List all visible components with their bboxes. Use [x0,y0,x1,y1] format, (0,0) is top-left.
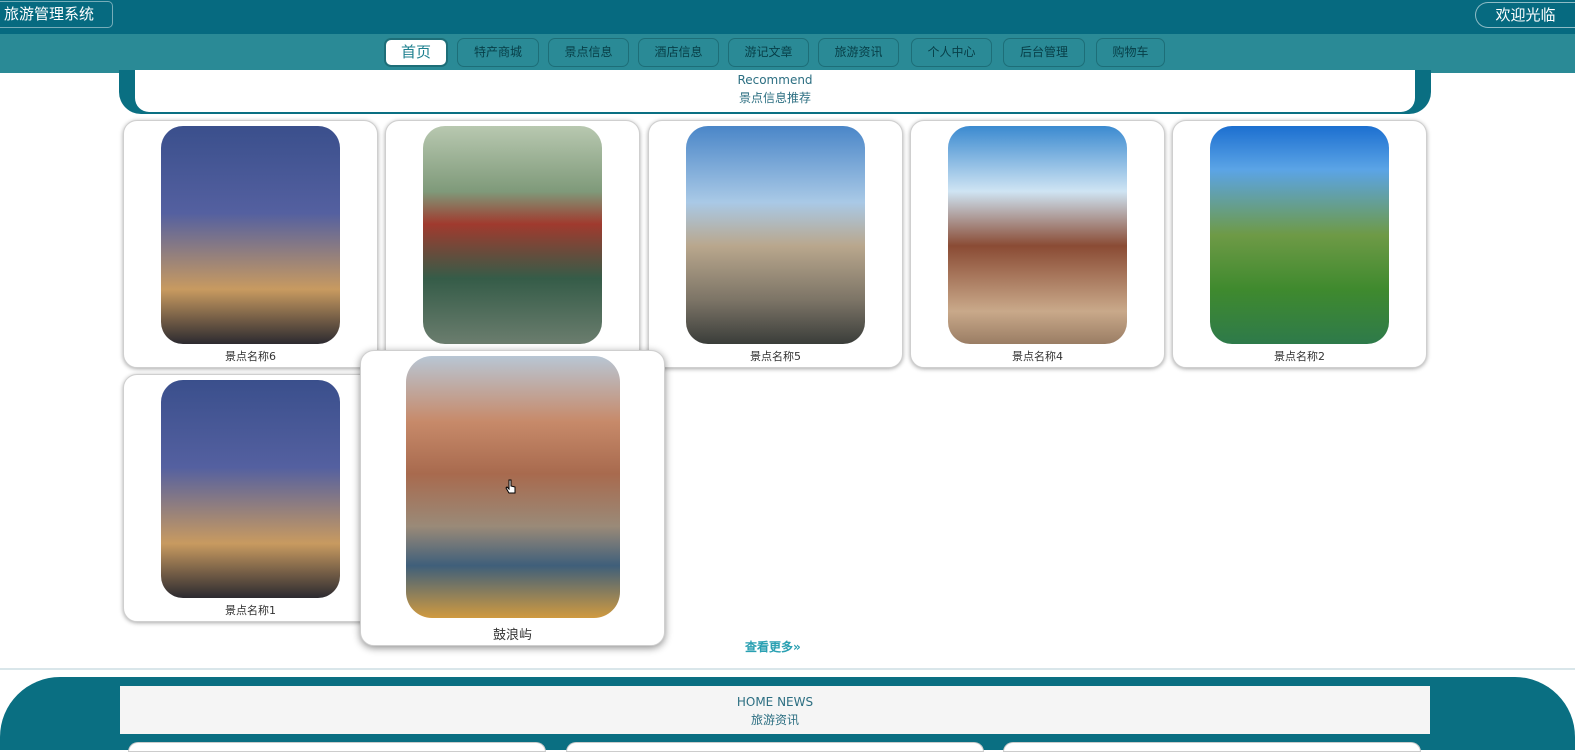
attraction-card[interactable]: 景点名称1 [123,374,378,622]
city-gate-icon [948,126,1127,344]
attraction-card-hovered[interactable]: 鼓浪屿 [360,350,665,646]
view-more-label: 查看更多 [745,640,794,654]
recommend-header-inner: Recommend 景点信息推荐 [135,70,1415,112]
junk-boat-icon [161,380,340,598]
temple-icon [686,126,865,344]
junk-boat-icon [161,126,340,344]
recommend-title-en: Recommend [737,73,813,87]
welcome-button[interactable]: 欢迎光临 [1475,2,1575,28]
news-title-cn: 旅游资讯 [750,713,799,727]
view-more-link[interactable]: 查看更多» [745,638,801,655]
news-header: HOME NEWS 旅游资讯 [119,685,1431,735]
attraction-name: 景点名称2 [1274,350,1325,363]
nav-specialty-mall[interactable]: 特产商城 [457,38,539,67]
attraction-name: 景点名称1 [225,604,276,617]
top-bar: 旅游管理系统 欢迎光临 [0,0,1575,34]
app-title: 旅游管理系统 [0,1,113,28]
attraction-card[interactable] [385,120,640,368]
nav-home[interactable]: 首页 [384,38,448,67]
attraction-name: 景点名称5 [750,350,801,363]
nav-personal-center[interactable]: 个人中心 [911,38,992,67]
news-title-en: HOME NEWS [736,695,814,709]
cliff-river-icon [1210,126,1389,344]
nav-cart[interactable]: 购物车 [1096,38,1165,67]
news-card[interactable] [1003,742,1421,752]
attraction-card[interactable]: 景点名称6 [123,120,378,368]
news-card[interactable] [128,742,546,752]
recommend-title-cn: 景点信息推荐 [738,91,811,105]
recommend-header: Recommend 景点信息推荐 [119,70,1431,114]
attraction-card[interactable]: 景点名称2 [1172,120,1427,368]
attraction-name: 鼓浪屿 [492,628,532,643]
pagoda-icon [423,126,602,344]
news-card[interactable] [566,742,984,752]
nav-admin[interactable]: 后台管理 [1003,38,1085,67]
hand-cursor-icon [505,479,516,494]
double-chevron-right-icon: » [793,640,801,654]
section-divider [0,668,1575,670]
attraction-name: 景点名称4 [1012,350,1063,363]
nav-hotels[interactable]: 酒店信息 [638,38,719,67]
nav-bar: 首页 特产商城 景点信息 酒店信息 游记文章 旅游资讯 个人中心 后台管理 购物… [0,34,1575,73]
nav-travel-notes[interactable]: 游记文章 [728,38,809,67]
nav-attractions[interactable]: 景点信息 [548,38,629,67]
nav-travel-news[interactable]: 旅游资讯 [818,38,899,67]
attraction-card[interactable]: 景点名称5 [648,120,903,368]
attraction-card[interactable]: 景点名称4 [910,120,1165,368]
attraction-name: 景点名称6 [225,350,276,363]
